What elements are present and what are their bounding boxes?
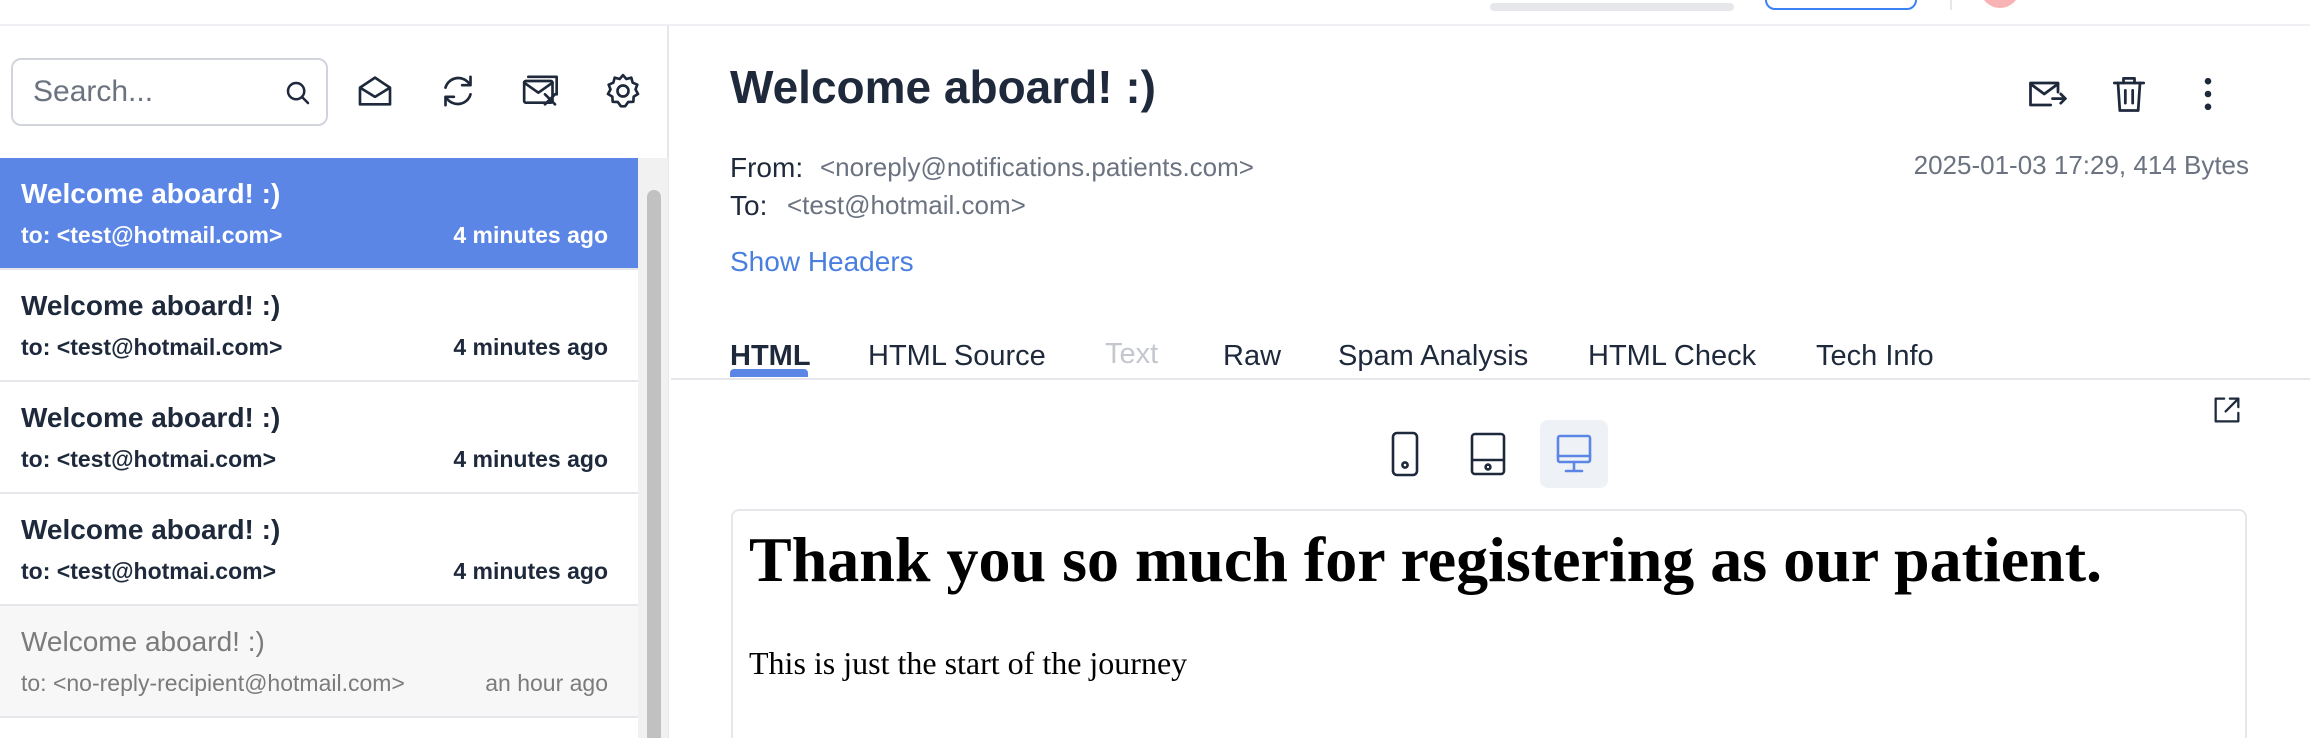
view-tabs: HTML HTML Source Text Raw Spam Analysis … [671, 306, 2310, 380]
search-box [11, 58, 328, 126]
show-headers-link[interactable]: Show Headers [730, 246, 914, 278]
delete-all-icon[interactable] [520, 71, 560, 111]
message-list-pane: Welcome aboard! :) to: <test@hotmail.com… [0, 26, 669, 738]
to-label: To: [730, 190, 768, 221]
message-list-scrollbar[interactable] [638, 158, 668, 738]
tab-spam-analysis[interactable]: Spam Analysis [1338, 340, 1528, 373]
avatar[interactable] [1980, 0, 2020, 8]
top-divider [1950, 0, 1952, 10]
message-recipient: to: <test@hotmail.com> [21, 222, 283, 248]
message-date-size: 2025-01-03 17:29, 414 Bytes [1913, 150, 2249, 180]
message-recipient: to: <no-reply-recipient@hotmail.com> [21, 670, 405, 696]
preview-body-text: This is just the start of the journey [749, 645, 1188, 681]
message-recipient: to: <test@hotmai.com> [21, 558, 277, 584]
tab-tech-info[interactable]: Tech Info [1816, 340, 1934, 373]
search-icon[interactable] [283, 78, 313, 108]
message-subject: Welcome aboard! :) [21, 178, 281, 209]
message-time: 4 minutes ago [453, 334, 608, 360]
from-value: <noreply@notifications.patients.com> [820, 152, 1254, 182]
top-progress-bar [1490, 3, 1734, 11]
more-options-icon[interactable] [2186, 72, 2230, 116]
mark-read-icon[interactable] [355, 71, 395, 111]
desktop-icon [1556, 434, 1592, 473]
settings-icon[interactable] [603, 71, 643, 111]
message-recipient: to: <test@hotmail.com> [21, 334, 283, 360]
message-list-item[interactable]: Welcome aboard! :) to: <test@hotmail.com… [0, 158, 638, 270]
message-subject: Welcome aboard! :) [21, 626, 265, 657]
search-input[interactable] [33, 60, 273, 124]
from-label: From: [730, 152, 804, 183]
message-time: 4 minutes ago [453, 222, 608, 248]
message-list-item[interactable]: Welcome aboard! :) to: <no-reply-recipie… [0, 606, 638, 718]
message-list-item[interactable]: Welcome aboard! :) to: <test@hotmai.com>… [0, 382, 638, 494]
open-external-icon[interactable] [2210, 393, 2244, 427]
tablet-icon [1470, 432, 1506, 476]
tab-html-source[interactable]: HTML Source [868, 340, 1046, 373]
desktop-view-button[interactable] [1540, 420, 1608, 488]
message-time: an hour ago [485, 670, 608, 696]
message-list-item[interactable]: Welcome aboard! :) to: <test@hotmail.com… [0, 270, 638, 382]
refresh-icon[interactable] [438, 71, 478, 111]
message-time: 4 minutes ago [453, 558, 608, 584]
phone-icon [1391, 431, 1419, 477]
to-value: <test@hotmail.com> [787, 190, 1026, 220]
message-recipient: to: <test@hotmai.com> [21, 446, 277, 472]
trash-icon[interactable] [2107, 72, 2151, 116]
top-button[interactable] [1765, 0, 1917, 10]
message-subject: Welcome aboard! :) [21, 402, 281, 433]
scrollbar-thumb[interactable] [647, 190, 661, 738]
message-subject: Welcome aboard! :) [21, 290, 281, 321]
html-preview-frame: Thank you so much for registering as our… [731, 509, 2247, 738]
message-time: 4 minutes ago [453, 446, 608, 472]
tab-text: Text [1105, 338, 1159, 370]
preview-heading: Thank you so much for registering as our… [749, 524, 2103, 595]
message-title: Welcome aboard! :) [730, 61, 1156, 113]
message-list: Welcome aboard! :) to: <test@hotmail.com… [0, 158, 638, 718]
tablet-view-button[interactable] [1454, 420, 1522, 488]
message-list-item[interactable]: Welcome aboard! :) to: <test@hotmai.com>… [0, 494, 638, 606]
top-bar [0, 0, 2310, 26]
message-subject: Welcome aboard! :) [21, 514, 281, 545]
tab-raw[interactable]: Raw [1223, 340, 1281, 373]
active-tab-indicator [730, 369, 808, 377]
message-view-pane: Welcome aboard! :) From: <noreply@notifi… [671, 26, 2310, 738]
phone-view-button[interactable] [1371, 420, 1439, 488]
tab-html-check[interactable]: HTML Check [1588, 340, 1756, 373]
forward-mail-icon[interactable] [2025, 72, 2069, 116]
